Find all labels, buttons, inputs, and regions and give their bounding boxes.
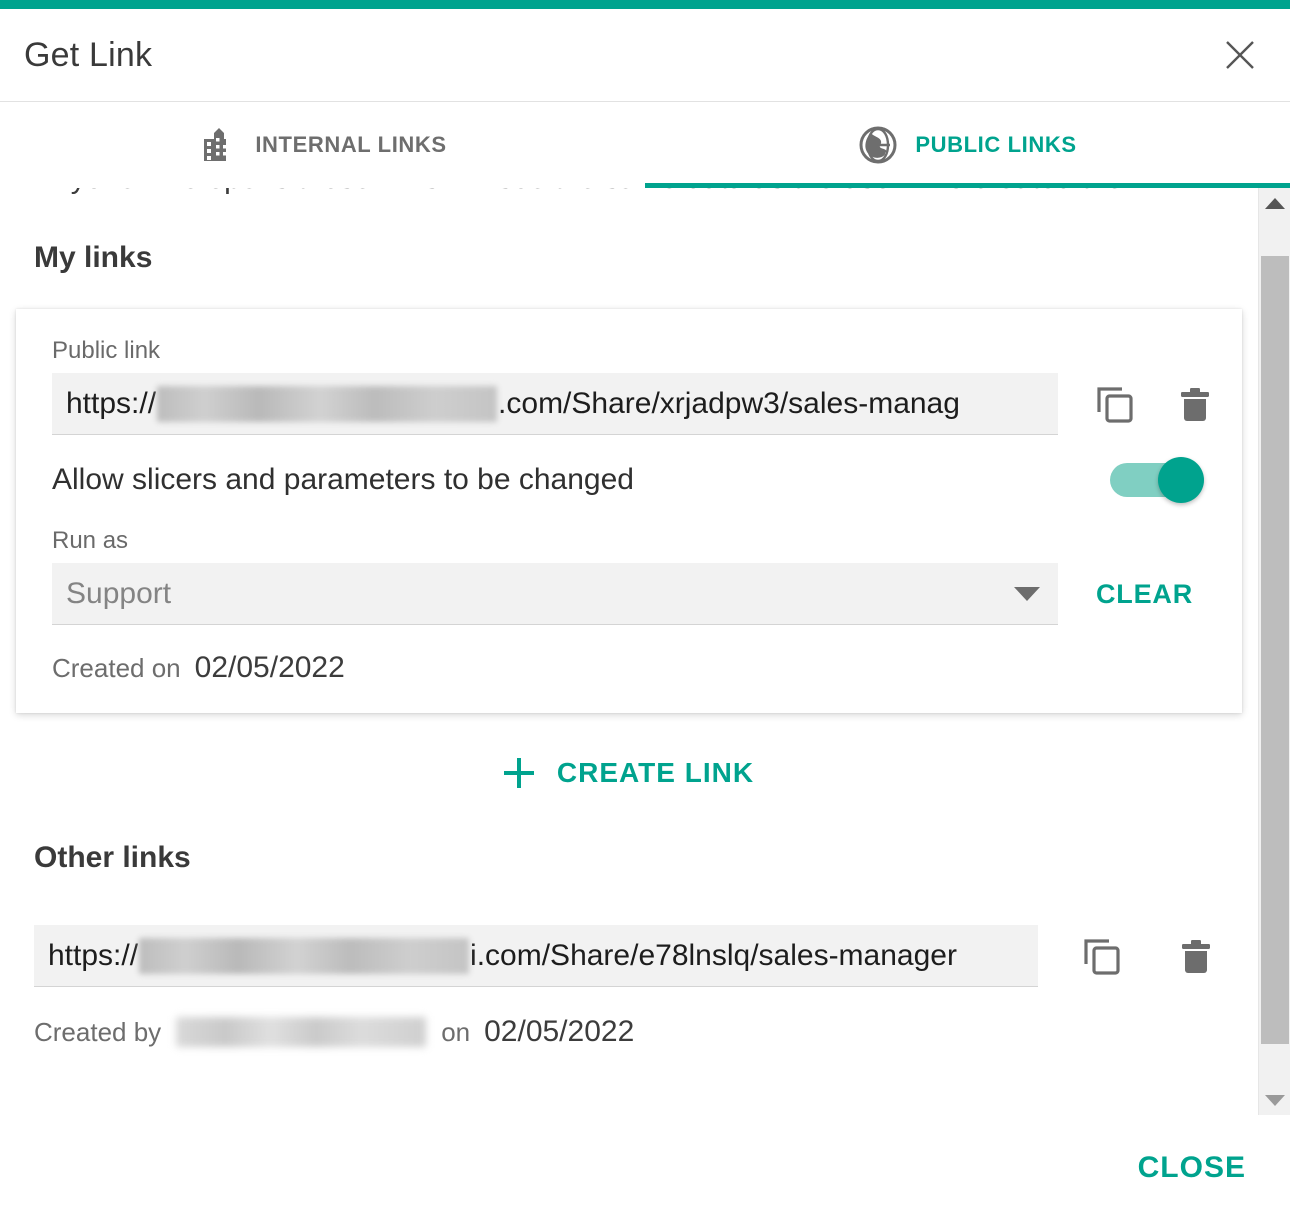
create-link-wrap: CREATE LINK <box>34 757 1224 789</box>
created-on-value: 02/05/2022 <box>194 651 345 684</box>
building-icon <box>198 125 238 165</box>
tab-internal-links-label: INTERNAL LINKS <box>255 132 447 157</box>
close-icon[interactable] <box>1218 33 1262 77</box>
redacted-user-name <box>176 1017 427 1047</box>
allow-slicers-row: Allow slicers and parameters to be chang… <box>52 457 1206 503</box>
tab-public-links[interactable]: PUBLIC LINKS <box>645 102 1290 188</box>
clear-button[interactable]: CLEAR <box>1096 579 1193 610</box>
public-link-row: https:// .com/Share/xrjadpw3/sales-manag <box>52 373 1209 435</box>
create-link-label: CREATE LINK <box>556 757 755 788</box>
run-as-block: Run as Support CLEAR <box>52 527 1206 625</box>
redacted-domain <box>157 385 498 422</box>
public-link-url-suffix: .com/Share/xrjadpw3/sales-manag <box>498 386 960 420</box>
scroll-inner: Anyone who opens these links will see th… <box>0 188 1258 1049</box>
globe-icon <box>858 125 898 165</box>
created-by-on-label: on <box>441 1016 471 1047</box>
run-as-select[interactable]: Support <box>52 563 1058 625</box>
other-link-url-suffix: i.com/Share/e78lnslq/sales-manager <box>470 938 957 972</box>
dialog-header: Get Link <box>0 9 1290 102</box>
public-link-url-prefix: https:// <box>66 386 157 420</box>
public-link-label: Public link <box>52 337 161 364</box>
other-links-heading: Other links <box>34 841 191 874</box>
my-link-card: Public link https:// .com/Share/xrjadpw3/… <box>16 309 1242 713</box>
created-by-row: Created by on 02/05/2022 <box>34 1015 1224 1049</box>
chevron-down-icon <box>1264 1094 1285 1106</box>
scrollbar-thumb[interactable] <box>1260 256 1289 1044</box>
other-link-input[interactable]: https:// i.com/Share/e78lnslq/sales-manag… <box>34 925 1039 987</box>
my-links-heading: My links <box>34 241 153 274</box>
scroll-content: Anyone who opens these links will see th… <box>0 188 1258 1115</box>
get-link-dialog: Get Link INTERNAL LINKS PUBLIC LINKS My … <box>0 0 1290 1221</box>
intro-text: Anyone who opens these links will see th… <box>34 188 1204 205</box>
allow-slicers-label: Allow slicers and parameters to be chang… <box>52 463 634 496</box>
dialog-footer: CLOSE <box>0 1115 1290 1221</box>
trash-icon[interactable] <box>1174 376 1216 432</box>
tab-internal-links[interactable]: INTERNAL LINKS <box>0 102 645 188</box>
create-link-button[interactable]: CREATE LINK <box>503 757 755 789</box>
scrollbar-track[interactable] <box>1258 218 1290 1085</box>
other-link-row: https:// i.com/Share/e78lnslq/sales-manag… <box>34 925 1224 987</box>
toggle-knob <box>1158 457 1204 503</box>
allow-slicers-toggle[interactable] <box>1110 457 1204 503</box>
created-on-label: Created on <box>52 653 181 683</box>
run-as-value: Support <box>66 576 172 610</box>
copy-icon[interactable] <box>1074 928 1130 984</box>
other-link-url-prefix: https:// <box>48 938 139 972</box>
page-title: Get Link <box>24 35 153 74</box>
created-by-date: 02/05/2022 <box>484 1015 635 1048</box>
created-on-row: Created on 02/05/2022 <box>52 651 1206 685</box>
tab-public-links-label: PUBLIC LINKS <box>915 132 1077 157</box>
redacted-domain <box>139 937 470 974</box>
tab-bar: INTERNAL LINKS PUBLIC LINKS <box>0 102 1290 188</box>
chevron-up-icon <box>1264 197 1285 209</box>
scroll-up-button[interactable] <box>1258 188 1290 218</box>
trash-icon[interactable] <box>1168 928 1224 984</box>
run-as-label: Run as <box>52 527 129 554</box>
dialog-body: Anyone who opens these links will see th… <box>0 188 1290 1115</box>
close-button[interactable]: CLOSE <box>1126 1141 1258 1195</box>
vertical-scrollbar[interactable] <box>1258 188 1290 1115</box>
accent-bar <box>0 0 1290 9</box>
created-by-label: Created by <box>34 1016 162 1047</box>
public-link-input[interactable]: https:// .com/Share/xrjadpw3/sales-manag <box>52 373 1058 435</box>
chevron-down-icon <box>1014 586 1040 601</box>
copy-icon[interactable] <box>1094 376 1136 432</box>
scroll-down-button[interactable] <box>1258 1085 1290 1115</box>
plus-icon <box>503 758 534 788</box>
run-as-row: Support CLEAR <box>52 563 1206 625</box>
